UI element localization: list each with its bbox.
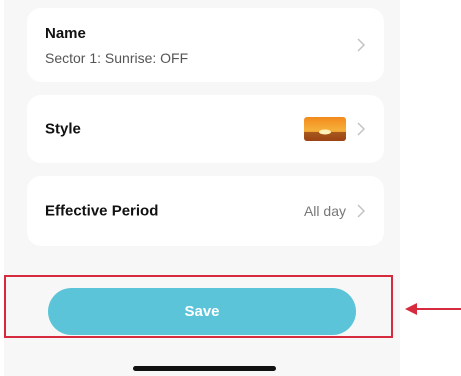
style-label: Style [45, 120, 81, 138]
name-value: Sector 1: Sunrise: OFF [45, 50, 189, 66]
effective-period-row[interactable]: Effective Period All day [27, 176, 384, 246]
name-row[interactable]: Name Sector 1: Sunrise: OFF [27, 8, 384, 82]
sunrise-thumbnail-icon [304, 117, 346, 141]
effective-period-value: All day [303, 203, 346, 219]
chevron-right-icon [357, 38, 366, 52]
name-label: Name [45, 25, 86, 42]
home-indicator [133, 366, 276, 371]
style-row[interactable]: Style [27, 95, 384, 163]
effective-period-label: Effective Period [45, 202, 159, 220]
save-button[interactable]: Save [48, 288, 356, 335]
arrow-left-icon [405, 303, 461, 315]
chevron-right-icon [357, 122, 366, 136]
chevron-right-icon [357, 204, 366, 218]
